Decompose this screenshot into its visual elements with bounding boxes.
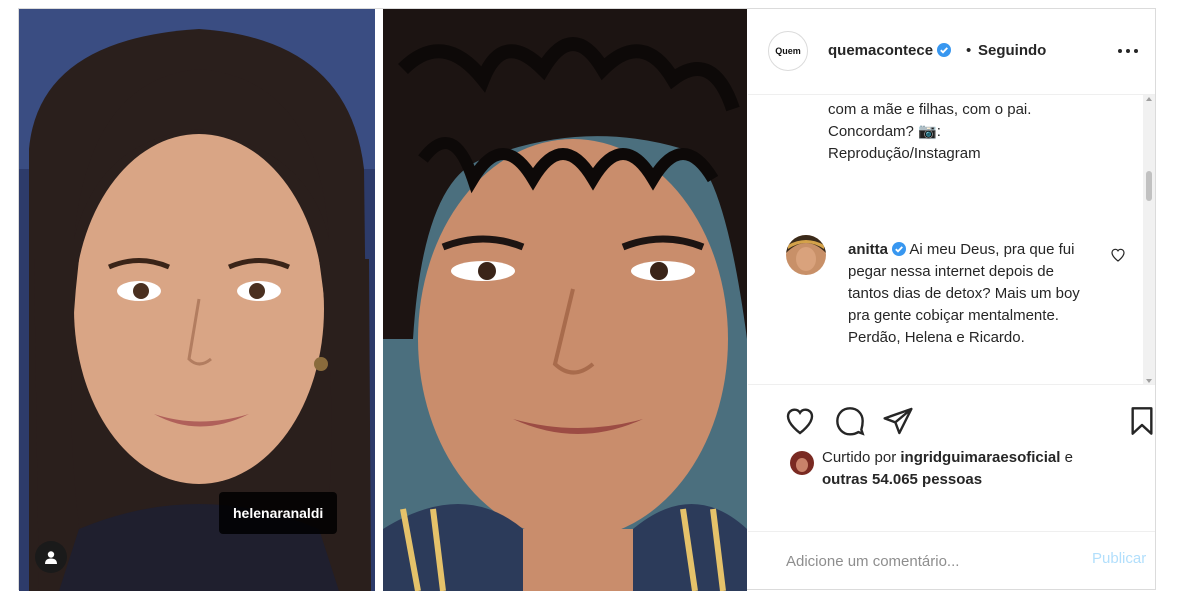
comment-bubble-icon[interactable] [834,405,866,437]
commenter-username[interactable]: anitta [848,241,888,258]
verified-badge-icon [892,242,907,256]
post-sidebar: Quem quemacontece • Seguindo com a mãe e… [748,9,1155,589]
more-options-icon[interactable] [1114,43,1142,59]
author-username[interactable]: quemacontece [828,42,933,59]
publish-button[interactable]: Publicar [1092,550,1146,567]
comment-input[interactable] [786,550,1066,572]
author-avatar-text: Quem [775,46,801,56]
likes-prefix: Curtido por [822,449,897,466]
caption-line: Reprodução/Instagram [828,145,981,162]
author-avatar[interactable]: Quem [768,31,808,71]
likes-text: Curtido por ingridguimaraesoficial e out… [822,447,1122,491]
author-username-wrap: quemacontece [828,42,952,59]
caption-line: com a mãe e filhas, com o pai. [828,101,1032,118]
post-media[interactable]: helenaranaldi [19,9,747,591]
photo-right-young-man [383,9,747,591]
scroll-thumb[interactable] [1146,171,1152,201]
follow-status-button[interactable]: Seguindo [978,42,1046,59]
scroll-up-arrow[interactable] [1146,97,1152,101]
comments-scrollbar[interactable] [1143,95,1155,384]
likes-others[interactable]: outras 54.065 pessoas [822,471,982,488]
likes-conjunction: e [1064,449,1073,466]
liker-avatar[interactable] [790,451,814,475]
user-tag-icon[interactable] [35,541,67,573]
post-caption: com a mãe e filhas, com o pai. Concordam… [828,99,1118,165]
like-heart-icon[interactable] [784,405,816,437]
post-header: Quem quemacontece • Seguindo [748,9,1155,95]
verified-badge-icon [937,43,952,57]
scroll-down-arrow[interactable] [1146,379,1152,383]
instagram-post: helenaranaldi Quem quemacontece • Seguin… [18,8,1156,591]
comment-body: anitta Ai meu Deus, pra que fui pegar ne… [848,239,1098,349]
post-actions [748,395,1155,439]
comments-panel[interactable]: com a mãe e filhas, com o pai. Concordam… [748,95,1155,385]
commenter-avatar[interactable] [786,235,826,275]
bookmark-save-icon[interactable] [1126,405,1158,437]
paper-plane-share-icon[interactable] [882,405,914,437]
header-separator: • [966,42,972,59]
likes-summary: Curtido por ingridguimaraesoficial e out… [748,445,1155,505]
user-tag-label[interactable]: helenaranaldi [219,492,338,534]
comment-like-heart-icon[interactable] [1110,247,1126,263]
caption-line: Concordam? 📷: [828,123,941,140]
liked-by-username[interactable]: ingridguimaraesoficial [900,449,1060,466]
add-comment-bar: Publicar [748,531,1155,589]
